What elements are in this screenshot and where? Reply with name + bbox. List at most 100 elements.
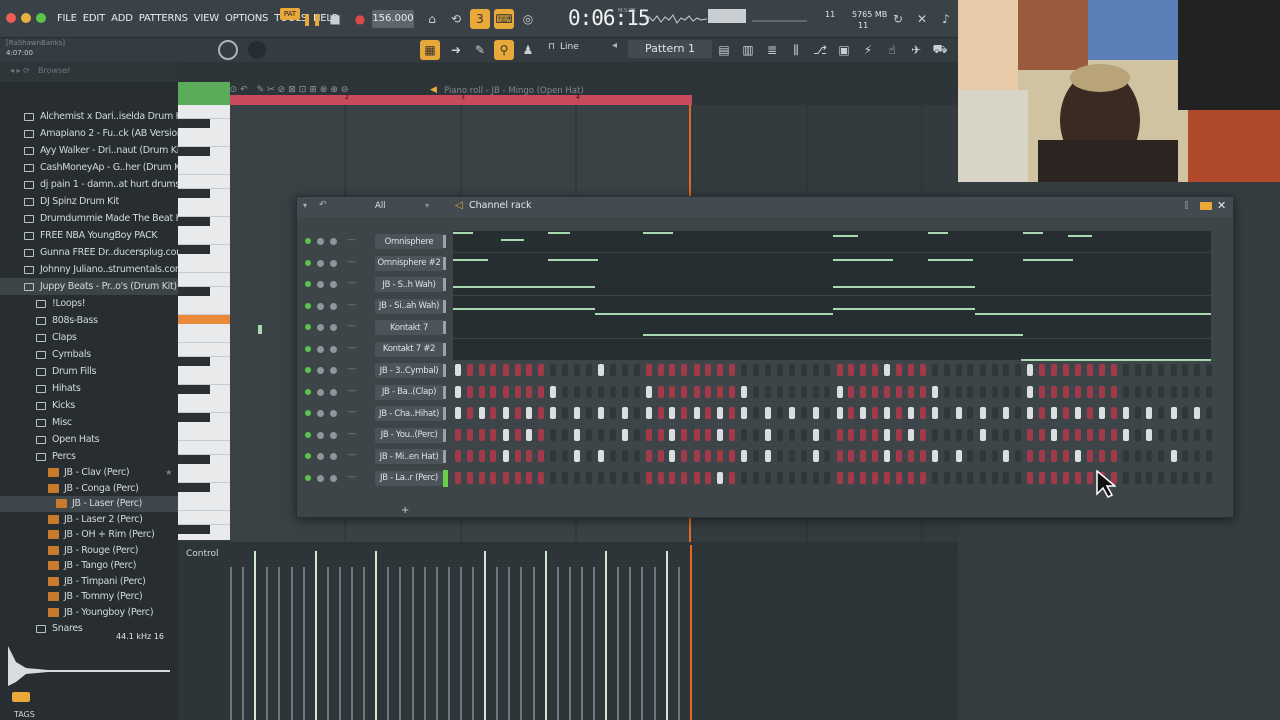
step-button[interactable] (1086, 471, 1093, 484)
step-button[interactable] (955, 471, 962, 484)
step-button[interactable] (824, 385, 831, 398)
step-button[interactable] (633, 471, 640, 484)
step-button[interactable] (633, 450, 640, 462)
piano-key[interactable] (178, 105, 230, 119)
step-button[interactable] (1003, 385, 1010, 398)
channel-select-bar[interactable] (443, 407, 446, 420)
undo-icon[interactable]: ↶ (319, 200, 327, 210)
step-button[interactable] (788, 450, 795, 462)
step-button[interactable] (932, 407, 938, 419)
refresh-icon[interactable]: ↻ (888, 9, 908, 29)
step-button[interactable] (776, 471, 783, 484)
mixer-track-icon[interactable]: — (347, 407, 356, 417)
piano-key[interactable] (178, 511, 230, 525)
step-button[interactable] (717, 428, 724, 441)
step-button[interactable] (1039, 385, 1046, 398)
channel-mute-led[interactable] (305, 453, 311, 459)
step-button[interactable] (741, 450, 748, 462)
step-button[interactable] (466, 428, 473, 441)
browser-file[interactable]: JB - Tango (Perc) (0, 558, 178, 574)
step-button[interactable] (681, 407, 688, 419)
step-button[interactable] (574, 385, 580, 398)
velocity-bar[interactable] (605, 551, 608, 720)
step-button[interactable] (609, 385, 616, 398)
step-button[interactable] (455, 450, 461, 462)
channel-row[interactable]: — JB - Cha..Hihat) (297, 403, 1233, 424)
step-button[interactable] (1170, 428, 1177, 441)
browser-folder[interactable]: CashMoneyAp - G..her (Drum Kit) (0, 159, 178, 176)
channel-row[interactable]: — JB - 3..Cymbal) (297, 360, 1233, 381)
channel-name-button[interactable]: JB - 3..Cymbal) (375, 363, 443, 378)
mixer-track-icon[interactable]: — (347, 257, 356, 267)
step-button[interactable] (932, 385, 938, 398)
channel-name-button[interactable]: JB - Si..ah Wah) (375, 298, 443, 314)
step-button[interactable] (741, 407, 748, 419)
velocity-bar[interactable] (230, 567, 232, 720)
channel-name-button[interactable]: JB - La..r (Perc) (375, 470, 443, 486)
piano-key[interactable] (178, 441, 230, 455)
velocity-bar[interactable] (375, 551, 378, 720)
piano-roll-arrow-icon[interactable]: ◀ (430, 85, 437, 95)
step-button[interactable] (526, 364, 533, 376)
velocity-bar[interactable] (266, 567, 269, 720)
song-time-display[interactable]: 0:06:15 (568, 6, 651, 30)
channel-volume-knob[interactable] (330, 453, 337, 460)
step-button[interactable] (943, 385, 950, 398)
step-button[interactable] (812, 407, 819, 419)
step-button[interactable] (967, 407, 974, 419)
channel-name-button[interactable]: JB - Cha..Hihat) (375, 406, 443, 421)
mini-piano-roll[interactable] (453, 274, 1211, 295)
step-button[interactable] (1134, 407, 1141, 419)
step-button[interactable] (693, 364, 700, 376)
step-button[interactable] (598, 407, 605, 419)
step-button[interactable] (764, 450, 771, 462)
piano-key[interactable] (178, 301, 230, 315)
channel-row[interactable]: — JB - Mi..en Hat) (297, 446, 1233, 467)
step-button[interactable] (693, 385, 700, 398)
browser-file[interactable]: JB - Laser 2 (Perc) (0, 512, 178, 528)
step-button[interactable] (812, 471, 819, 484)
step-button[interactable] (991, 407, 998, 419)
filter-dropdown-icon[interactable]: ▾ (425, 201, 429, 210)
step-button[interactable] (836, 385, 843, 398)
step-button[interactable] (562, 471, 569, 484)
channel-mute-led[interactable] (305, 302, 311, 309)
step-button[interactable] (1182, 364, 1189, 376)
step-button[interactable] (884, 385, 891, 398)
piano-roll-icon[interactable]: ▥ (738, 40, 758, 60)
step-button[interactable] (764, 428, 771, 441)
step-button[interactable] (562, 385, 569, 398)
step-button[interactable] (943, 364, 950, 376)
step-button[interactable] (1003, 364, 1010, 376)
piano-key[interactable] (178, 357, 210, 366)
step-button[interactable] (979, 450, 986, 462)
channel-mute-led[interactable] (305, 345, 311, 352)
step-button[interactable] (1086, 428, 1093, 441)
step-button[interactable] (728, 385, 735, 398)
step-button[interactable] (1062, 471, 1069, 484)
step-button[interactable] (932, 450, 938, 462)
pattern-prev-icon[interactable]: ◂ (612, 40, 624, 58)
browser-file[interactable]: JB - OH + Rim (Perc) (0, 527, 178, 543)
step-button[interactable] (609, 407, 616, 419)
mixer-track-icon[interactable]: — (347, 472, 356, 482)
step-button[interactable] (753, 385, 759, 398)
step-button[interactable] (657, 407, 664, 419)
step-button[interactable] (860, 385, 867, 398)
step-button[interactable] (621, 364, 628, 376)
step-button[interactable] (681, 428, 688, 441)
step-button[interactable] (478, 407, 485, 419)
step-button[interactable] (681, 364, 688, 376)
step-button[interactable] (812, 450, 819, 462)
piano-key[interactable] (178, 469, 230, 483)
step-button[interactable] (562, 364, 569, 376)
step-button[interactable] (764, 471, 771, 484)
step-button[interactable] (907, 450, 914, 462)
step-button[interactable] (621, 385, 628, 398)
close-channel-rack-icon[interactable]: ✕ (1217, 199, 1226, 212)
piano-key[interactable] (178, 385, 210, 394)
step-button[interactable] (490, 385, 497, 398)
step-button[interactable] (574, 471, 580, 484)
step-button[interactable] (585, 428, 592, 441)
menu-patterns[interactable]: PATTERNS (139, 13, 188, 24)
